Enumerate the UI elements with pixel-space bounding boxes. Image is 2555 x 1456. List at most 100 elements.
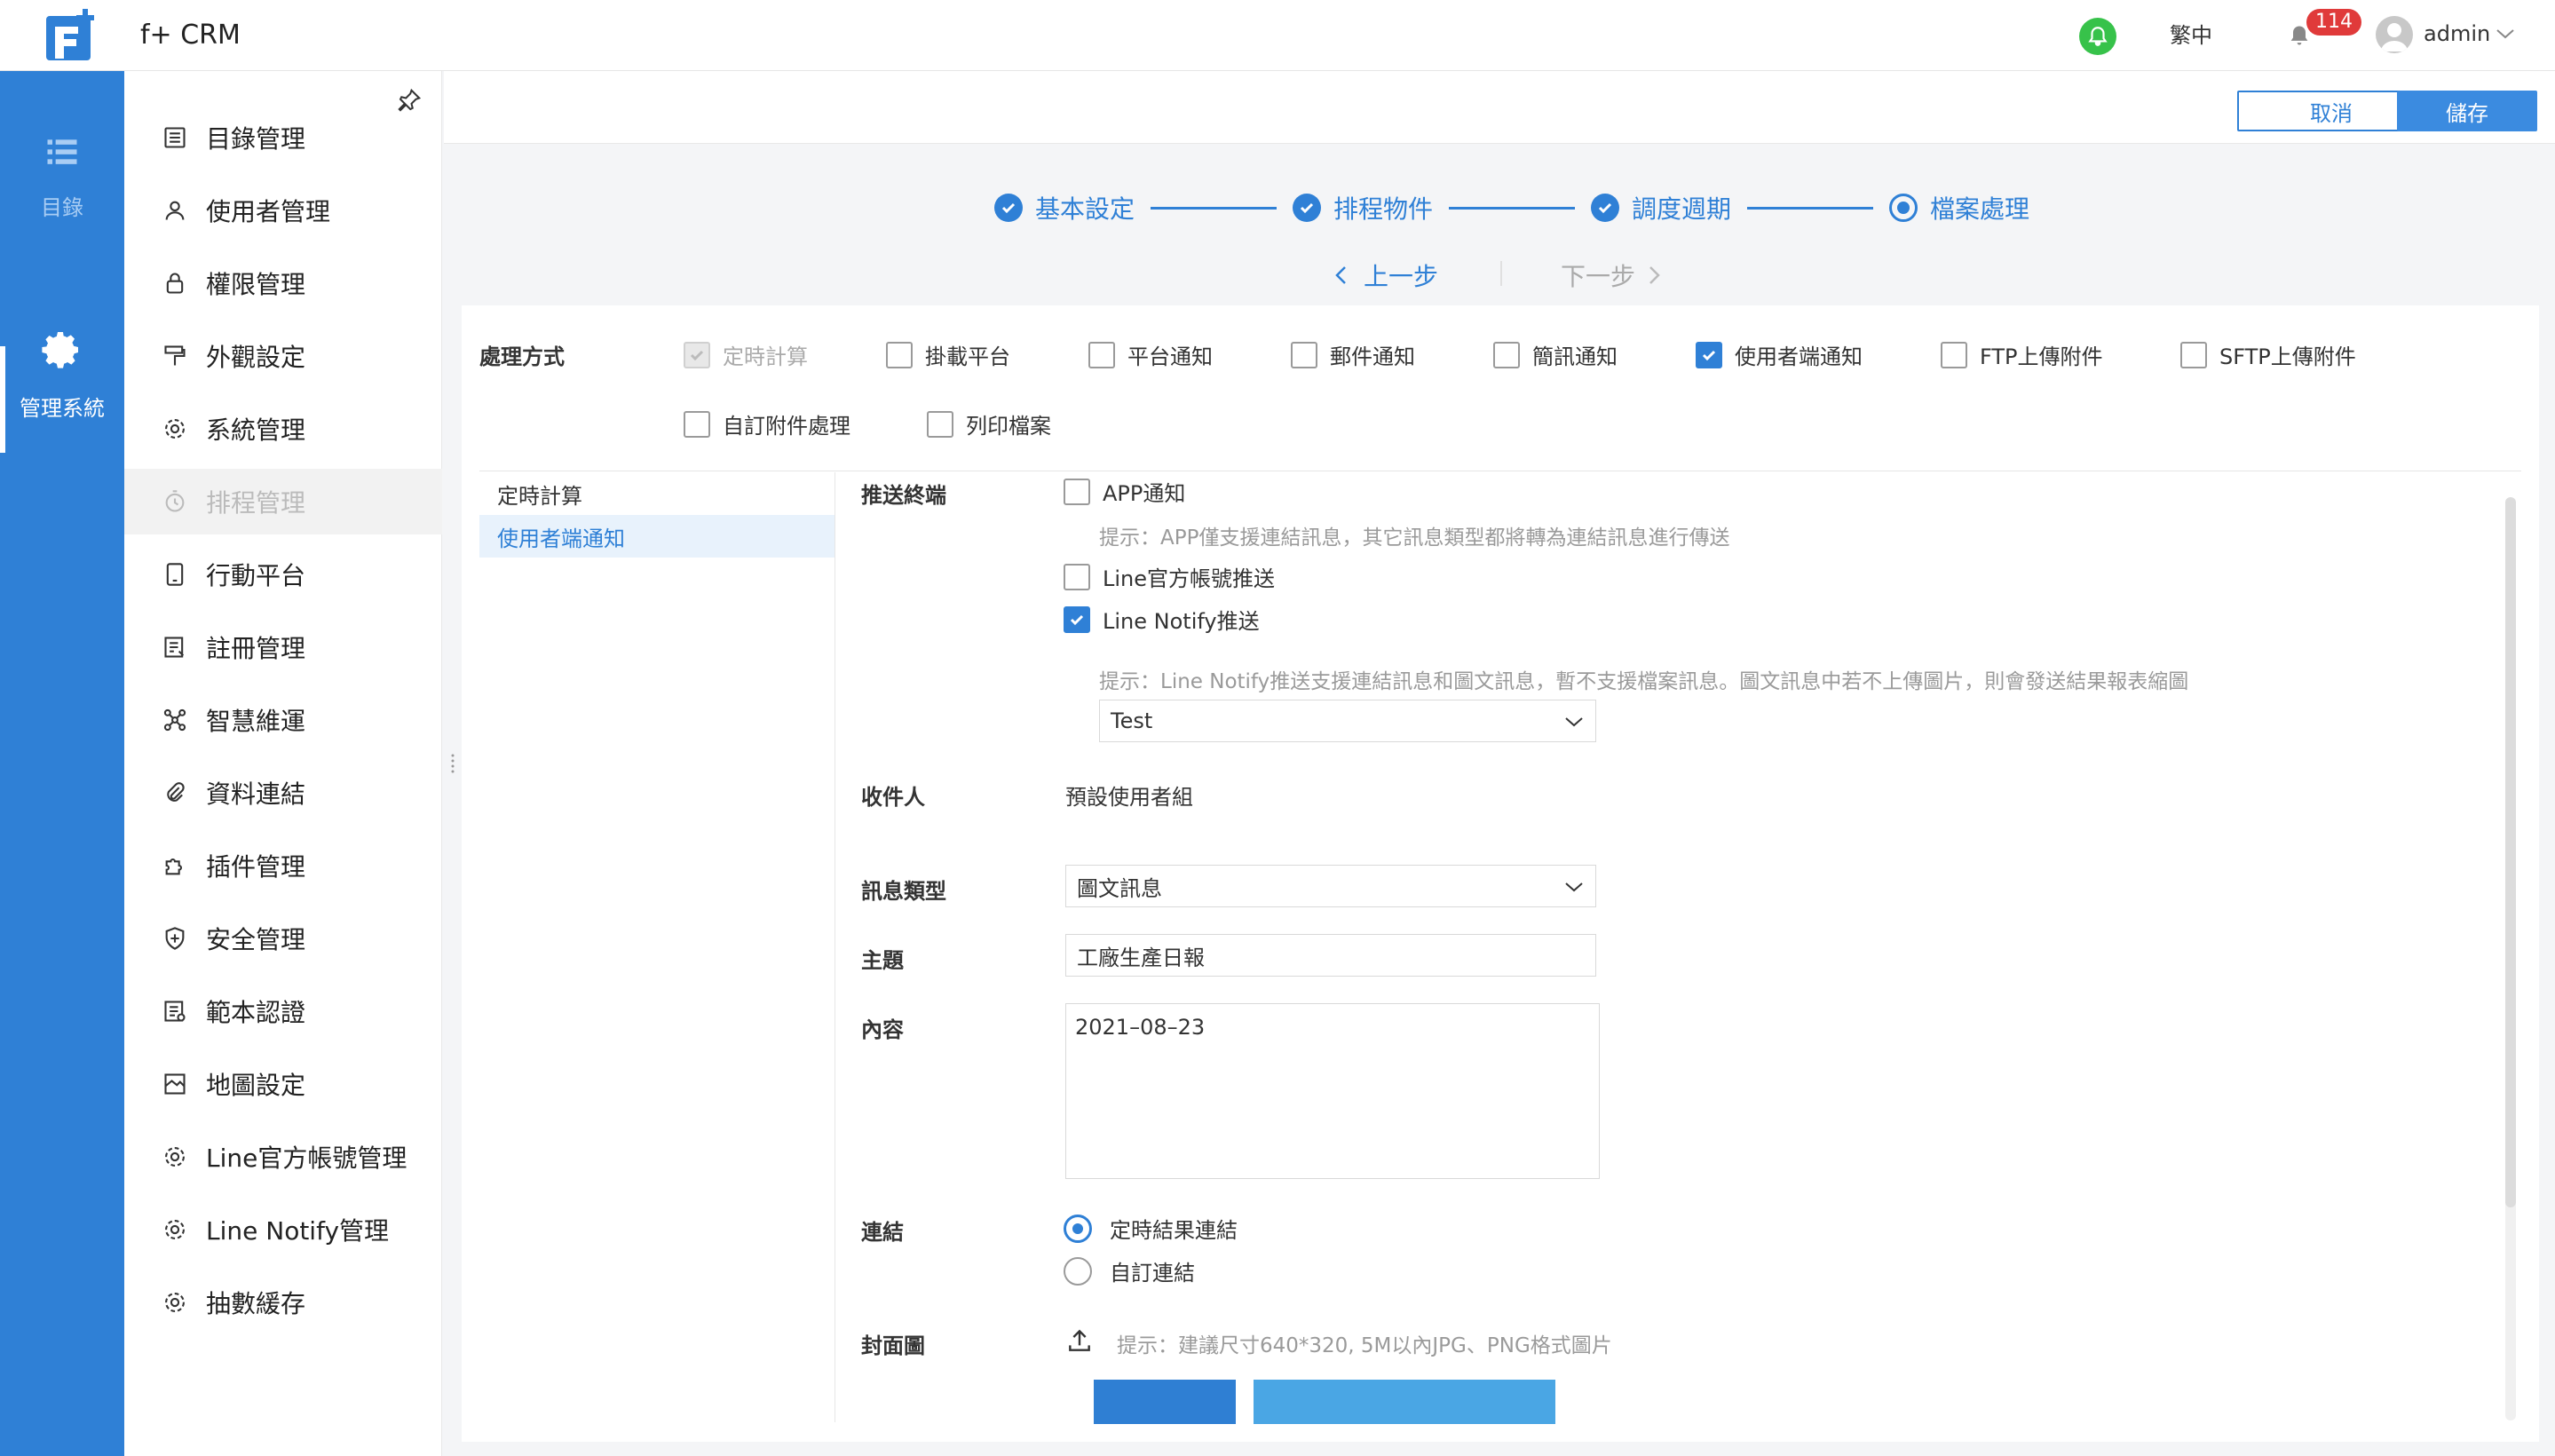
content-label: 內容	[861, 1017, 904, 1042]
language-switch[interactable]: 繁中	[2170, 18, 2212, 49]
sidebar-item-appearance[interactable]: 外觀設定	[124, 323, 442, 389]
sidebar-item-label: 資料連結	[206, 779, 306, 809]
checkbox-scheduled-calc[interactable]: 定時計算	[684, 339, 808, 370]
rail-item-management[interactable]: 管理系統	[0, 328, 124, 422]
sidebar-item-label: Line Notify管理	[206, 1216, 390, 1246]
checkbox-label: 平台通知	[1127, 344, 1213, 369]
chevron-down-icon	[1565, 717, 1583, 727]
step-label: 調度週期	[1632, 194, 1732, 224]
push-endpoint-label: 推送終端	[861, 483, 946, 508]
upload-icon[interactable]	[1065, 1326, 1094, 1355]
checkbox-box	[1291, 341, 1317, 368]
checkbox-box	[1696, 341, 1722, 368]
checkbox-box	[2180, 341, 2207, 368]
paperclip-icon	[160, 778, 190, 808]
sidebar-item-permissions[interactable]: 權限管理	[124, 250, 442, 316]
step-connector	[1151, 206, 1278, 210]
checkbox-line-notify[interactable]: Line Notify推送	[1064, 604, 1260, 635]
radio-custom-link[interactable]: 自訂連結	[1064, 1255, 1195, 1286]
line-account-select[interactable]: Test	[1099, 700, 1596, 742]
next-step-button[interactable]: 下一步	[1561, 257, 1664, 293]
checkbox-label: 列印檔案	[966, 414, 1051, 439]
sidebar-item-line-official[interactable]: Line官方帳號管理	[124, 1124, 442, 1190]
sidebar-item-smart-ops[interactable]: 智慧維運	[124, 687, 442, 753]
check-circle-icon	[1293, 194, 1322, 222]
step-connector	[1449, 206, 1576, 210]
checkbox-label: 定時計算	[723, 344, 808, 369]
checkbox-box	[1941, 341, 1967, 368]
checkbox-custom-attachment[interactable]: 自訂附件處理	[684, 408, 850, 439]
checkbox-box	[1088, 341, 1115, 368]
content-textarea[interactable]: 2021–08–23	[1065, 1003, 1600, 1179]
user-name[interactable]: admin	[2424, 21, 2490, 46]
sidebar-item-mobile[interactable]: 行動平台	[124, 542, 442, 607]
wizard-steps: 基本設定 排程物件 調度週期 檔案處理	[994, 190, 2029, 226]
prev-step-button[interactable]: 上一步	[1332, 257, 1438, 293]
sidebar-item-label: 地圖設定	[206, 1071, 306, 1100]
register-icon	[160, 632, 190, 662]
checkbox-label: FTP上傳附件	[1980, 344, 2103, 369]
sidebar-item-line-notify[interactable]: Line Notify管理	[124, 1197, 442, 1262]
resize-handle[interactable]	[449, 753, 456, 776]
list-item-selected[interactable]: 使用者端通知	[479, 515, 835, 558]
radio-scheduled-link[interactable]: 定時結果連結	[1064, 1213, 1238, 1244]
sidebar-item-templates[interactable]: 範本認證	[124, 978, 442, 1044]
checkbox-client-notify[interactable]: 使用者端通知	[1696, 339, 1863, 370]
sidebar-item-label: 外觀設定	[206, 343, 306, 372]
sidebar-item-users[interactable]: 使用者管理	[124, 178, 442, 243]
step-basic-settings[interactable]: 基本設定	[994, 190, 1135, 226]
step-file-processing[interactable]: 檔案處理	[1889, 190, 2029, 226]
sidebar-item-label: 系統管理	[206, 415, 306, 445]
checkbox-line-official[interactable]: Line官方帳號推送	[1064, 561, 1275, 592]
checkbox-box	[1064, 605, 1090, 633]
cover-image-label: 封面圖	[861, 1333, 925, 1358]
app-logo	[46, 9, 94, 60]
sidebar-item-security[interactable]: 安全管理	[124, 906, 442, 971]
network-icon	[160, 705, 190, 735]
radio-dot	[1064, 1214, 1092, 1243]
recipient-value: 預設使用者組	[1065, 785, 1193, 810]
chevron-down-icon[interactable]	[2495, 25, 2516, 43]
puzzle-icon	[160, 851, 190, 881]
rail-item-directory[interactable]: 目錄	[0, 133, 124, 221]
sidebar-item-plugins[interactable]: 插件管理	[124, 833, 442, 898]
subject-label: 主題	[861, 948, 904, 973]
check-circle-icon	[1591, 194, 1620, 222]
gear-icon	[160, 1142, 190, 1172]
sidebar-item-map[interactable]: 地圖設定	[124, 1051, 442, 1117]
checkbox-print-file[interactable]: 列印檔案	[927, 408, 1051, 439]
message-type-select[interactable]: 圖文訊息	[1065, 865, 1596, 907]
radio-label: 定時結果連結	[1110, 1218, 1238, 1243]
sidebar-item-register[interactable]: 註冊管理	[124, 614, 442, 680]
sidebar-item-label: 排程管理	[206, 488, 306, 518]
checkbox-sftp-upload[interactable]: SFTP上傳附件	[2180, 339, 2356, 370]
subject-input[interactable]: 工廠生產日報	[1065, 934, 1596, 977]
checkbox-app-notify[interactable]: APP通知	[1064, 476, 1185, 507]
timer-icon	[160, 487, 190, 517]
sidebar-item-label: 插件管理	[206, 852, 306, 882]
scrollbar-thumb[interactable]	[2505, 497, 2516, 1207]
sidebar-item-cache[interactable]: 抽數緩存	[124, 1270, 442, 1335]
app-title: f+ CRM	[140, 20, 241, 51]
sidebar-item-schedule[interactable]: 排程管理	[124, 469, 442, 534]
checkbox-mount-platform[interactable]: 掛載平台	[886, 339, 1010, 370]
sidebar-item-system[interactable]: 系統管理	[124, 396, 442, 462]
checkbox-ftp-upload[interactable]: FTP上傳附件	[1941, 339, 2103, 370]
status-bell-icon[interactable]	[2079, 18, 2116, 55]
list-item[interactable]: 定時計算	[479, 472, 835, 515]
checkbox-label: 郵件通知	[1330, 344, 1415, 369]
sidebar-item-directory[interactable]: 目錄管理	[124, 105, 442, 170]
step-dispatch-cycle[interactable]: 調度週期	[1591, 190, 1731, 226]
sidebar-item-label: 目錄管理	[206, 124, 306, 154]
step-connector	[1747, 206, 1874, 210]
rail-directory-label: 目錄	[41, 195, 83, 220]
checkbox-email-notify[interactable]: 郵件通知	[1291, 339, 1415, 370]
step-schedule-objects[interactable]: 排程物件	[1293, 190, 1433, 226]
checkbox-platform-notify[interactable]: 平台通知	[1088, 339, 1213, 370]
avatar[interactable]	[2376, 16, 2413, 53]
checkbox-sms-notify[interactable]: 簡訊通知	[1493, 339, 1618, 370]
save-button[interactable]: 儲存	[2397, 91, 2537, 131]
checkbox-box	[1493, 341, 1520, 368]
radio-dot	[1064, 1256, 1092, 1286]
sidebar-item-data-link[interactable]: 資料連結	[124, 760, 442, 826]
